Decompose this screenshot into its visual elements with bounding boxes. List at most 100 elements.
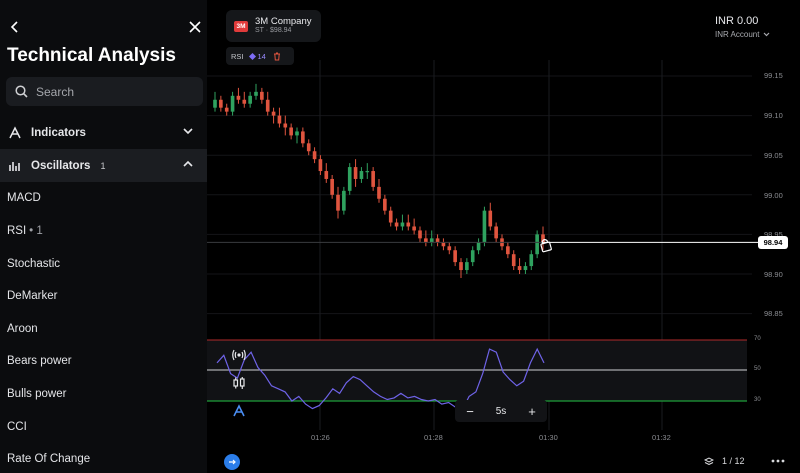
candle-body xyxy=(271,111,276,116)
candle-body xyxy=(359,171,364,179)
menu-item-demarker[interactable]: DeMarker xyxy=(7,283,202,309)
menu-item-rsi[interactable]: RSI • 1 xyxy=(7,218,202,244)
section-label: Oscillators xyxy=(31,159,91,172)
broadcast-icon xyxy=(232,349,246,361)
indicator-chip-period: 14 xyxy=(250,52,266,61)
time-axis-tick: 01:32 xyxy=(652,433,671,442)
go-live-button[interactable] xyxy=(224,454,240,470)
signals-button[interactable] xyxy=(228,344,250,366)
chevron-left-icon xyxy=(10,21,18,33)
price-axis-tick: 99.10 xyxy=(764,111,783,120)
candles-icon xyxy=(233,377,245,389)
time-axis-tick: 01:30 xyxy=(539,433,558,442)
candle-body xyxy=(377,186,381,199)
arrow-right-icon xyxy=(229,459,236,465)
candle-body xyxy=(453,250,457,263)
candle-body xyxy=(517,266,522,271)
asset-subtitle: ST · $98.94 xyxy=(255,27,292,35)
candle-body xyxy=(488,210,493,227)
timeframe-decrease-button[interactable]: − xyxy=(463,404,477,419)
candle-body xyxy=(400,222,405,227)
chevron-up-icon xyxy=(183,160,193,167)
delete-indicator-button[interactable] xyxy=(273,52,281,61)
asset-name: 3M Company xyxy=(255,15,312,27)
timeframe-stepper[interactable]: − 5s + xyxy=(455,400,547,422)
section-oscillators[interactable]: Oscillators 1 xyxy=(0,149,207,182)
back-button[interactable] xyxy=(6,18,24,36)
indicators-icon xyxy=(9,125,21,138)
candle-body xyxy=(511,254,516,267)
chevron-down-icon xyxy=(183,128,193,135)
asset-logo: 3M xyxy=(234,20,248,32)
current-price-label: 98.94 xyxy=(758,236,788,249)
menu-item-bears-power[interactable]: Bears power xyxy=(7,348,202,374)
candle-body xyxy=(470,250,475,263)
search-input[interactable] xyxy=(36,84,186,99)
candle-body xyxy=(295,131,299,136)
timeframe-increase-button[interactable]: + xyxy=(525,404,539,419)
candle-body xyxy=(224,107,229,112)
candle-body xyxy=(441,242,446,247)
account-selector[interactable]: INR Account xyxy=(715,30,770,39)
menu-item-macd[interactable]: MACD xyxy=(7,185,202,211)
trash-icon xyxy=(273,52,280,60)
candle-body xyxy=(447,246,452,251)
candle-body xyxy=(342,190,346,211)
search-box[interactable] xyxy=(6,77,203,106)
more-icon xyxy=(771,459,785,463)
candle-body xyxy=(254,91,258,96)
candle-body xyxy=(248,95,252,104)
price-axis-tick: 98.90 xyxy=(764,270,783,279)
candle-body xyxy=(535,234,539,255)
menu-item-aroon[interactable]: Aroon xyxy=(7,316,202,342)
indicators-icon xyxy=(233,404,245,417)
section-count: 1 xyxy=(100,160,106,171)
candle-body xyxy=(523,266,528,271)
indicators-tool-button[interactable] xyxy=(228,400,250,422)
price-axis-tick: 99.00 xyxy=(764,191,783,200)
section-indicators[interactable]: Indicators xyxy=(0,116,207,149)
candle-body xyxy=(306,143,311,152)
candle-body xyxy=(312,151,317,160)
candle-body xyxy=(418,230,422,239)
indicator-chip-rsi[interactable]: RSI 14 xyxy=(226,47,294,65)
candle-body xyxy=(213,99,217,108)
candle-body xyxy=(482,210,487,243)
candle-body xyxy=(265,99,270,112)
chart-area[interactable]: 3M 3M Company ST · $98.94 RSI 14 INR 0.0… xyxy=(207,0,800,473)
menu-item-label: DeMarker xyxy=(7,290,58,302)
rsi-level-label: 50 xyxy=(754,366,761,372)
candle-body xyxy=(277,115,282,124)
chart-type-button[interactable] xyxy=(228,372,250,394)
account-label: INR Account xyxy=(715,30,760,39)
close-button[interactable] xyxy=(186,18,204,36)
candle-body xyxy=(506,246,510,255)
candle-body xyxy=(330,178,334,195)
menu-item-rate-of-change[interactable]: Rate Of Change xyxy=(7,446,202,472)
close-icon xyxy=(189,21,201,33)
candle-body xyxy=(412,226,416,231)
price-axis-tick: 99.05 xyxy=(764,151,783,160)
candle-body xyxy=(324,171,329,179)
menu-item-badge: • 1 xyxy=(29,225,43,237)
candle-body xyxy=(318,159,323,172)
candle-body xyxy=(383,198,387,211)
menu-item-label: Rate Of Change xyxy=(7,453,91,465)
asset-selector[interactable]: 3M 3M Company ST · $98.94 xyxy=(226,10,321,42)
timeframe-value: 5s xyxy=(495,405,507,417)
candle-body xyxy=(394,222,399,227)
menu-item-label: Aroon xyxy=(7,323,38,335)
more-button[interactable] xyxy=(769,455,787,467)
candle-body xyxy=(353,167,358,179)
menu-item-cci[interactable]: CCI xyxy=(7,414,202,440)
pager[interactable]: 1 / 12 xyxy=(704,456,745,466)
menu-item-label: Bears power xyxy=(7,355,72,367)
candle-body xyxy=(435,238,440,243)
menu-item-label: Bulls power xyxy=(7,388,67,400)
candle-body xyxy=(429,238,434,243)
menu-item-bulls-power[interactable]: Bulls power xyxy=(7,381,202,407)
menu-item-stochastic[interactable]: Stochastic xyxy=(7,251,202,277)
candle-body xyxy=(236,95,241,100)
panel-title: Technical Analysis xyxy=(7,45,176,66)
layers-icon xyxy=(704,457,714,465)
